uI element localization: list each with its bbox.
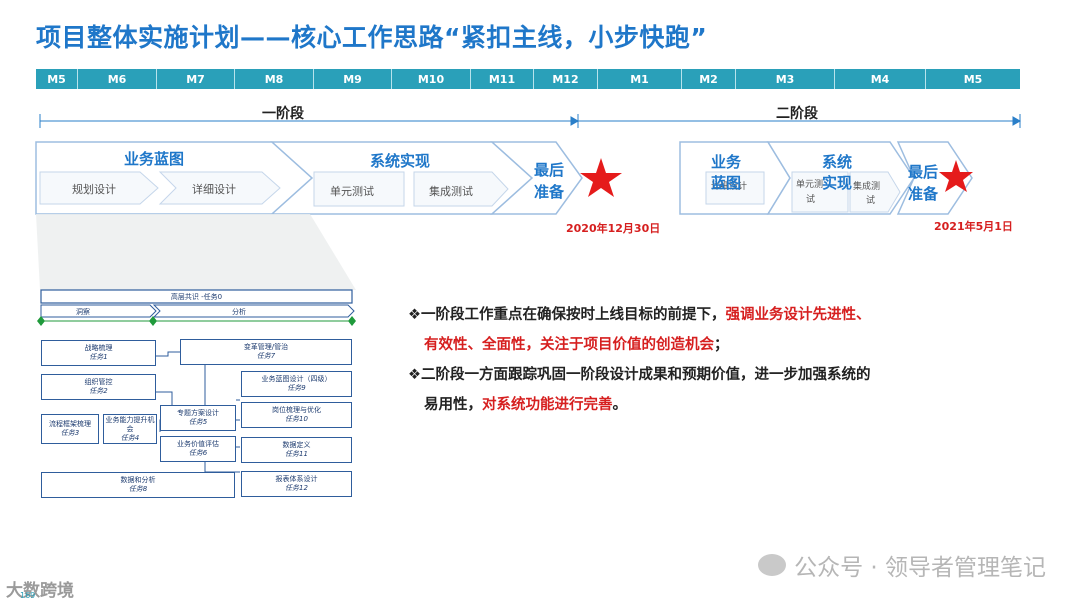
- diagram-top-label: 高层共识 -任务0: [170, 293, 223, 301]
- task-box: 业务能力提升机会 任务4: [103, 414, 157, 444]
- milestone-date-2: 2021年5月1日: [934, 220, 1013, 233]
- task-box: 岗位梳理与优化 任务10: [241, 402, 352, 428]
- plan-design-label: 规划设计: [72, 183, 116, 196]
- zoom-projection: [36, 214, 356, 290]
- milestone-date-1: 2020年12月30日: [566, 222, 661, 235]
- phase2-system-line1: 系统: [822, 153, 853, 171]
- task-box: 变革管理/管治 任务7: [180, 339, 352, 365]
- task-box: 流程框架梳理 任务3: [41, 414, 99, 444]
- key-points-text: ❖一阶段工作重点在确保按时上线目标的前提下，强调业务设计先进性、 有效性、全面性…: [408, 300, 1008, 420]
- integration-test-label: 集成测试: [429, 185, 473, 198]
- detail-design-label: 详细设计: [192, 183, 236, 196]
- phase2-blueprint-line2: 蓝图: [711, 174, 742, 192]
- phase2-blueprint-line1: 业务: [711, 153, 742, 171]
- phase1-label: 一阶段: [262, 106, 304, 122]
- bullet1-highlight-2: 有效性、全面性，关注于项目价值的创造机会: [424, 337, 714, 353]
- phase2-unit-test-line2: 试: [806, 195, 816, 205]
- phase1-system-title: 系统实现: [370, 152, 431, 170]
- final-prep-line1: 最后: [534, 161, 565, 179]
- phase2-label: 二阶段: [776, 106, 818, 122]
- phase1-blueprint-title: 业务蓝图: [124, 150, 185, 168]
- phase2-unit-test-line1: 单元测: [796, 180, 824, 190]
- task-box: 战略梳理 任务1: [41, 340, 156, 366]
- bullet1-text: ❖一阶段工作重点在确保按时上线目标的前提下，: [408, 307, 726, 323]
- watermark: 公众号 · 领导者管理笔记: [758, 548, 1046, 582]
- task-box: 组织管控 任务2: [41, 374, 156, 400]
- task-box: 数据定义 任务11: [241, 437, 352, 463]
- milestone-star-icon: [580, 158, 622, 197]
- phase2-final-line1: 最后: [908, 163, 939, 181]
- bullet1-highlight: 强调业务设计先进性、: [725, 307, 871, 323]
- bullet1-end: ；: [714, 337, 729, 353]
- bullet2-text: ❖二阶段一方面跟踪巩固一阶段设计成果和预期价值，进一步加强系统的: [408, 367, 871, 383]
- insight-label: 洞察: [76, 308, 90, 316]
- task-box: 报表体系设计 任务12: [241, 471, 352, 497]
- final-prep-line2: 准备: [534, 183, 565, 201]
- phase2-final-line2: 准备: [908, 185, 939, 203]
- phase2-int-test-line2: 试: [866, 196, 876, 206]
- watermark-text: 公众号 · 领导者管理笔记: [794, 555, 1046, 581]
- unit-test-label: 单元测试: [330, 185, 374, 198]
- brand-logo: 大数跨境: [6, 581, 74, 601]
- task-box: 数据和分析 任务8: [41, 472, 235, 498]
- phase2-system-line2: 实现: [822, 174, 853, 192]
- wechat-icon: [758, 554, 787, 576]
- task-box: 专题方案设计 任务5: [160, 405, 236, 431]
- phase2-int-test-line1: 集成测: [853, 182, 881, 192]
- analysis-label: 分析: [232, 308, 246, 316]
- task-box: 业务蓝图设计（四级） 任务9: [241, 371, 352, 397]
- task-box: 业务价值评估 任务6: [160, 436, 236, 462]
- phase1-span-arrow: [39, 114, 580, 128]
- bullet2-highlight: 对系统功能进行完善: [482, 397, 613, 413]
- page-number: 169: [20, 591, 36, 600]
- bullet2-text-2: 易用性，: [424, 397, 482, 413]
- bullet2-end: 。: [612, 397, 628, 413]
